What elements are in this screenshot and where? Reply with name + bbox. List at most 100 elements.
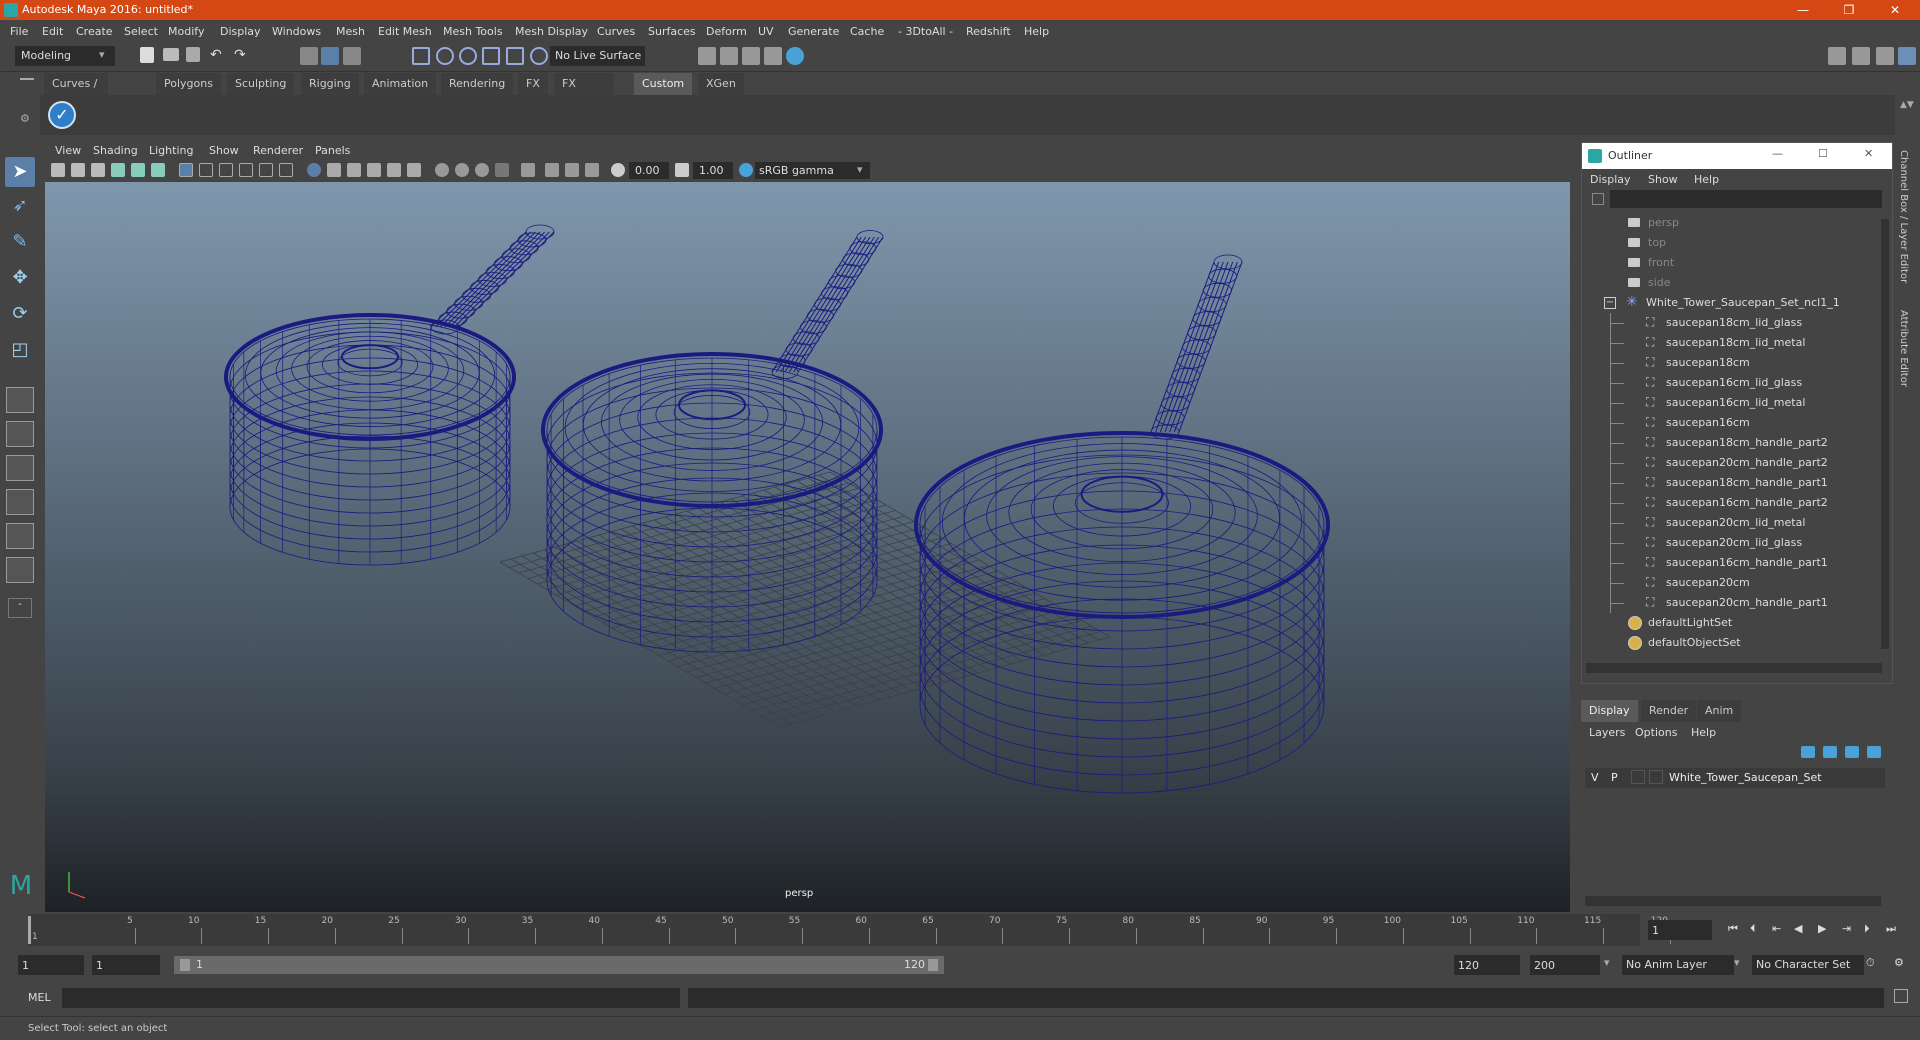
open-scene-icon[interactable] bbox=[163, 48, 179, 61]
menu-display[interactable]: Display bbox=[220, 25, 261, 38]
outliner-close-button[interactable]: ✕ bbox=[1864, 147, 1873, 160]
layer-visibility-toggle[interactable]: V bbox=[1591, 771, 1599, 784]
motion-blur-icon[interactable] bbox=[455, 163, 469, 177]
vp-menu-shading[interactable]: Shading bbox=[93, 144, 138, 157]
channel-box-toggle-icon[interactable] bbox=[1898, 47, 1916, 65]
step-back-key-icon[interactable]: ⇤ bbox=[1772, 922, 1781, 935]
layer-color-swatch[interactable] bbox=[1649, 770, 1663, 784]
checkmark-shelf-icon[interactable]: ✓ bbox=[48, 101, 76, 129]
menu-edit-mesh[interactable]: Edit Mesh bbox=[378, 25, 432, 38]
perspective-viewport[interactable]: persp bbox=[45, 182, 1570, 912]
select-components-icon[interactable] bbox=[343, 47, 361, 65]
outliner-item-mesh[interactable]: ⛶ saucepan16cm_handle_part1 bbox=[1582, 553, 1882, 573]
new-layer-selected-icon[interactable] bbox=[1867, 746, 1881, 758]
playback-start-field[interactable] bbox=[92, 955, 160, 975]
play-backward-icon[interactable]: ◀ bbox=[1794, 922, 1802, 935]
outliner-item-group[interactable]: − ✳ White_Tower_Saucepan_Set_ncl1_1 bbox=[1582, 293, 1882, 313]
tool-settings-toggle-icon[interactable] bbox=[1876, 47, 1894, 65]
chevron-down-icon[interactable]: ▾ bbox=[1604, 956, 1610, 969]
menu-modify[interactable]: Modify bbox=[168, 25, 204, 38]
ipr-render-icon[interactable] bbox=[742, 47, 760, 65]
shelf-scroll-icon[interactable]: ▲▼ bbox=[1900, 100, 1914, 110]
custom-layout-button[interactable]: - bbox=[8, 598, 32, 618]
depth-of-field-icon[interactable] bbox=[495, 163, 509, 177]
step-forward-key-icon[interactable]: ⇥ bbox=[1842, 922, 1851, 935]
single-perspective-layout-icon[interactable] bbox=[6, 387, 34, 413]
gamma-field[interactable]: 1.00 bbox=[693, 162, 733, 179]
character-set-dropdown[interactable]: No Character Set bbox=[1752, 955, 1864, 975]
vp-menu-lighting[interactable]: Lighting bbox=[149, 144, 193, 157]
scale-tool-icon[interactable]: ◰ bbox=[8, 339, 32, 363]
outliner-item-mesh[interactable]: ⛶ saucepan16cm bbox=[1582, 413, 1882, 433]
layer-playback-toggle[interactable]: P bbox=[1611, 771, 1618, 784]
filter-icon[interactable] bbox=[1592, 193, 1604, 205]
snap-grid-icon[interactable] bbox=[412, 47, 430, 65]
2d-pan-zoom-icon[interactable] bbox=[131, 163, 145, 177]
current-time-marker[interactable] bbox=[28, 916, 31, 944]
resolution-gate-icon[interactable] bbox=[219, 163, 233, 177]
shelf-menu-icon[interactable] bbox=[20, 78, 34, 80]
tab-polygons[interactable]: Polygons bbox=[156, 73, 221, 95]
layer-tab-render[interactable]: Render bbox=[1641, 700, 1697, 722]
exposure-field[interactable]: 0.00 bbox=[629, 162, 669, 179]
layer-tab-anim[interactable]: Anim bbox=[1697, 700, 1742, 722]
mel-command-input[interactable] bbox=[62, 988, 680, 1008]
outliner-item-mesh[interactable]: ⛶ saucepan16cm_lid_glass bbox=[1582, 373, 1882, 393]
tab-curves-surfaces[interactable]: Curves / Surfaces bbox=[44, 73, 108, 112]
outliner-horizontal-scrollbar[interactable] bbox=[1586, 663, 1882, 673]
auto-key-icon[interactable]: ⏱ bbox=[1866, 956, 1875, 970]
use-all-lights-icon[interactable] bbox=[387, 163, 401, 177]
xray-icon[interactable] bbox=[545, 163, 559, 177]
xray-components-icon[interactable] bbox=[585, 163, 599, 177]
four-view-layout-icon[interactable] bbox=[6, 421, 34, 447]
layer-tab-display[interactable]: Display bbox=[1581, 700, 1638, 722]
grease-pencil-icon[interactable] bbox=[151, 163, 165, 177]
outliner-item-mesh[interactable]: ⛶ saucepan16cm_lid_metal bbox=[1582, 393, 1882, 413]
outliner-item-mesh[interactable]: ⛶ saucepan20cm_lid_glass bbox=[1582, 533, 1882, 553]
outliner-vertical-scrollbar[interactable] bbox=[1881, 219, 1889, 649]
menu-mesh-tools[interactable]: Mesh Tools bbox=[443, 25, 503, 38]
move-layer-up-icon[interactable] bbox=[1801, 746, 1815, 758]
render-current-icon[interactable] bbox=[720, 47, 738, 65]
menu-mesh[interactable]: Mesh bbox=[336, 25, 365, 38]
outliner-item-mesh[interactable]: ⛶ saucepan18cm bbox=[1582, 353, 1882, 373]
playback-end-field[interactable] bbox=[1454, 955, 1520, 975]
layer-menu-options[interactable]: Options bbox=[1635, 726, 1677, 739]
camera-attributes-icon[interactable] bbox=[71, 163, 85, 177]
preferences-icon[interactable]: ⚙ bbox=[1894, 956, 1904, 969]
outliner-item-mesh[interactable]: ⛶ saucepan20cm_lid_metal bbox=[1582, 513, 1882, 533]
rotate-tool-icon[interactable]: ⟳ bbox=[8, 303, 32, 327]
snap-curve-icon[interactable] bbox=[436, 47, 454, 65]
snap-projected-center-icon[interactable] bbox=[530, 47, 548, 65]
outliner-item-mesh[interactable]: ⛶ saucepan18cm_handle_part2 bbox=[1582, 433, 1882, 453]
menu-cache[interactable]: Cache bbox=[850, 25, 884, 38]
gamma-icon[interactable] bbox=[675, 163, 689, 177]
outliner-minimize-button[interactable]: — bbox=[1772, 147, 1783, 160]
shadows-icon[interactable] bbox=[407, 163, 421, 177]
tab-xgen[interactable]: XGen bbox=[698, 73, 744, 95]
time-slider-track[interactable]: 1 5 10 15 20 25 30 35 40 45 50 55 60 65 70 75 80 85 90 95 1… bbox=[28, 914, 1671, 946]
tab-animation[interactable]: Animation bbox=[364, 73, 437, 95]
color-management-icon[interactable] bbox=[739, 163, 753, 177]
menu-help[interactable]: Help bbox=[1024, 25, 1049, 38]
move-layer-down-icon[interactable] bbox=[1823, 746, 1837, 758]
vp-menu-show[interactable]: Show bbox=[209, 144, 239, 157]
wireframe-on-shaded-icon[interactable] bbox=[347, 163, 361, 177]
menu-redshift[interactable]: Redshift bbox=[966, 25, 1011, 38]
menu-file[interactable]: File bbox=[10, 25, 28, 38]
textured-icon[interactable] bbox=[367, 163, 381, 177]
outliner-item-mesh[interactable]: ⛶ saucepan18cm_lid_metal bbox=[1582, 333, 1882, 353]
menu-generate[interactable]: Generate bbox=[788, 25, 839, 38]
tab-sculpting[interactable]: Sculpting bbox=[227, 73, 295, 95]
time-slider[interactable]: 1 5 10 15 20 25 30 35 40 45 50 55 60 65 70 75 80 85 90 95 1… bbox=[0, 914, 1920, 946]
go-to-start-icon[interactable]: ⏮ bbox=[1728, 922, 1738, 936]
minimize-button[interactable]: — bbox=[1780, 0, 1826, 20]
hypershade-icon[interactable] bbox=[786, 47, 804, 65]
range-slider-bar[interactable]: 1 120 bbox=[174, 956, 944, 974]
save-scene-icon[interactable] bbox=[186, 47, 200, 62]
film-gate-icon[interactable] bbox=[199, 163, 213, 177]
layer-display-type-toggle[interactable] bbox=[1631, 770, 1645, 784]
snap-point-icon[interactable] bbox=[459, 47, 477, 65]
play-forward-icon[interactable]: ▶ bbox=[1818, 922, 1826, 935]
grid-toggle-icon[interactable] bbox=[179, 163, 193, 177]
